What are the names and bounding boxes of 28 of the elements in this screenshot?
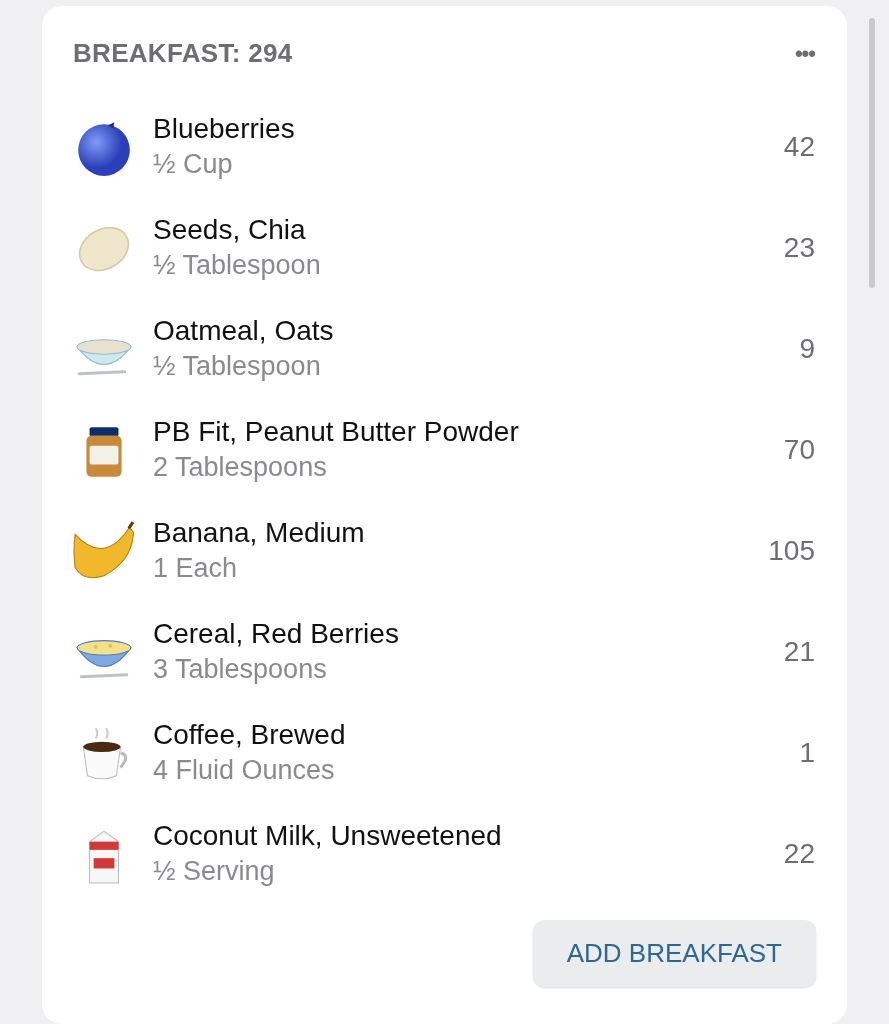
food-name[interactable]: Cereal, Red Berries (153, 615, 399, 653)
calorie-count: 23 (783, 230, 815, 265)
calorie-count: 21 (783, 634, 815, 669)
calorie-count: 70 (783, 432, 815, 467)
serving-size: 1 Each (153, 552, 239, 586)
serving-size: 4 Fluid Ounces (153, 754, 336, 788)
calorie-count: 9 (799, 331, 815, 366)
calorie-count: 1 (799, 735, 815, 770)
serving-size: ½ Serving (153, 855, 276, 889)
calorie-count: 42 (783, 129, 815, 164)
food-name[interactable]: Seeds, Chia (153, 211, 321, 249)
serving-size: ½ Cup (153, 148, 234, 182)
add-breakfast-button[interactable]: ADD BREAKFAST (532, 920, 816, 987)
more-button[interactable]: ••• (794, 36, 815, 70)
meal-title: BREAKFAST: 294 (73, 36, 293, 70)
food-name[interactable]: Banana, Medium (153, 514, 365, 552)
serving-size: 3 Tablespoons (153, 653, 328, 687)
food-name[interactable]: Coconut Milk, Unsweetened (153, 817, 502, 855)
calorie-count: 22 (783, 836, 815, 871)
serving-size: ½ Tablespoon (153, 249, 321, 283)
food-name[interactable]: Blueberries (153, 110, 295, 148)
scrollbar[interactable] (869, 18, 875, 288)
food-name[interactable]: PB Fit, Peanut Butter Powder (153, 413, 519, 451)
serving-size: ½ Tablespoon (153, 350, 322, 384)
serving-size: 2 Tablespoons (153, 451, 328, 485)
calorie-count: 105 (768, 533, 815, 568)
food-name[interactable]: Oatmeal, Oats (153, 312, 334, 350)
food-name[interactable]: Coffee, Brewed (153, 716, 346, 754)
